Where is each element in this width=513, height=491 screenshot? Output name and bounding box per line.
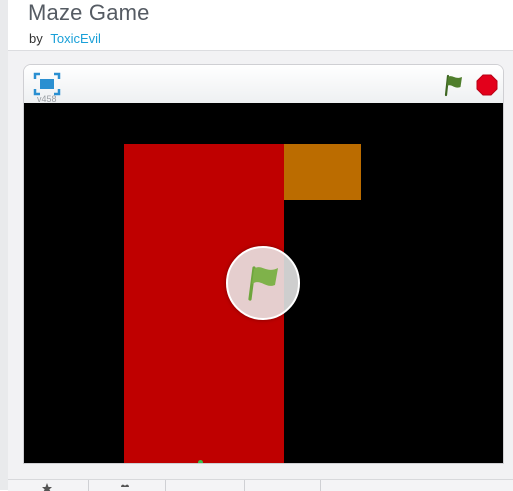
project-player: v458 [23, 64, 504, 464]
green-flag-icon [444, 74, 462, 97]
stop-button[interactable] [476, 74, 498, 96]
project-title: Maze Game [28, 0, 150, 25]
start-overlay-button[interactable] [226, 246, 300, 320]
maze-goal-orange [284, 144, 361, 200]
author-link[interactable]: ToxicEvil [50, 31, 101, 46]
favorite-tab[interactable] [88, 480, 166, 491]
views-tab[interactable] [244, 480, 321, 491]
page-left-margin [0, 0, 8, 490]
fullscreen-icon [33, 72, 61, 96]
player-sprite [198, 460, 203, 463]
stop-icon [476, 74, 498, 96]
love-tab[interactable] [8, 480, 89, 491]
green-flag-icon [248, 266, 278, 301]
player-controls-bar: v458 [24, 65, 503, 104]
green-flag-button[interactable] [442, 73, 466, 97]
fullscreen-button[interactable] [33, 72, 61, 96]
stage-canvas[interactable] [24, 103, 503, 463]
project-stats-bar [8, 479, 513, 491]
by-label: by [29, 31, 43, 46]
remix-tab[interactable] [165, 480, 245, 491]
byline: by ToxicEvil [29, 31, 101, 46]
